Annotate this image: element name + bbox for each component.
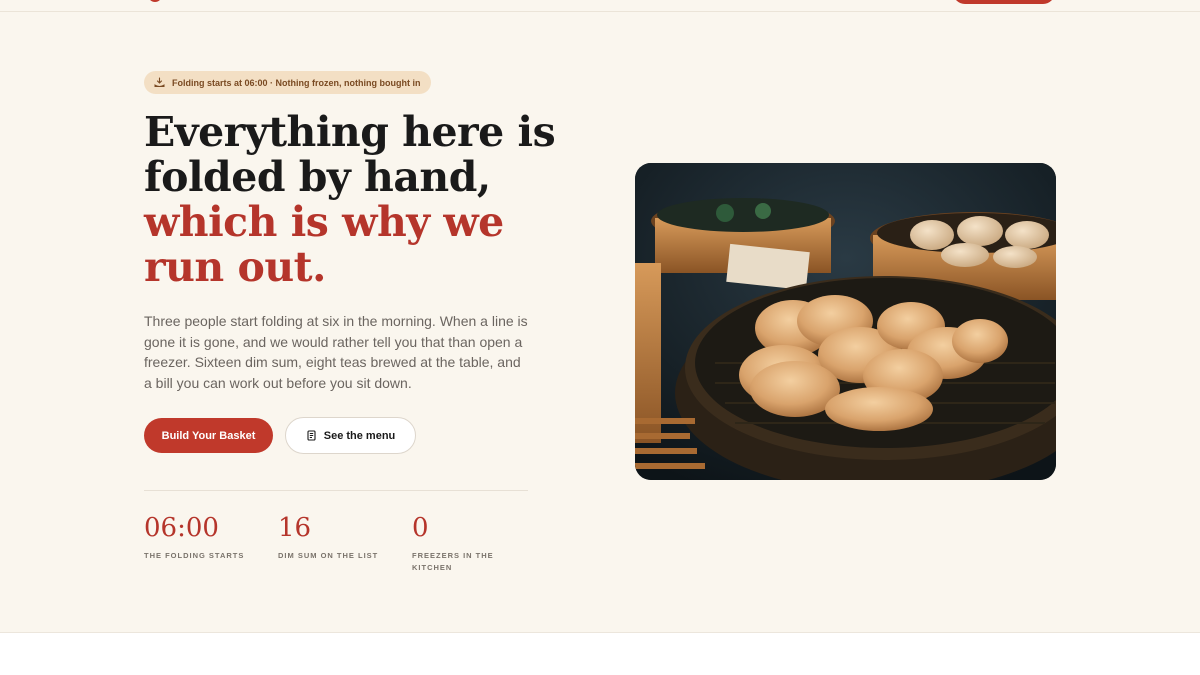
headline-line-1: Everything here is	[144, 108, 556, 156]
see-menu-label: See the menu	[323, 429, 396, 442]
menu-scroll-icon	[306, 430, 317, 441]
dumpling-steamer-illustration	[635, 163, 1056, 480]
page-title: Everything here is folded by hand, which…	[144, 110, 564, 290]
stat-label: THE FOLDING STARTS	[144, 551, 245, 560]
stat-folding-time: 06:00 THE FOLDING STARTS	[144, 512, 264, 562]
eyebrow-text: Folding starts at 06:00 · Nothing frozen…	[172, 77, 421, 88]
stat-value: 16	[278, 513, 312, 543]
stat-value: 0	[412, 513, 429, 543]
headline-accent-line-1: which is why we	[144, 198, 504, 246]
headline-accent-line-2: run out.	[144, 243, 326, 291]
stats-divider	[144, 490, 528, 491]
headline-line-2: folded by hand,	[144, 153, 491, 201]
hero-description: Three people start folding at six in the…	[144, 313, 528, 391]
stat-label: DIM SUM ON THE LIST	[278, 551, 379, 560]
dumpling-icon	[154, 77, 165, 88]
stat-label: FREEZERS IN THE KITCHEN	[412, 551, 494, 572]
logo[interactable]	[148, 0, 162, 2]
stat-value: 06:00	[144, 513, 219, 543]
build-basket-label: Build Your Basket	[161, 429, 256, 442]
stat-dim-sum-count: 16 DIM SUM ON THE LIST	[278, 512, 398, 562]
hero-section: Folding starts at 06:00 · Nothing frozen…	[0, 0, 1200, 633]
eyebrow-badge: Folding starts at 06:00 · Nothing frozen…	[144, 71, 432, 94]
stat-freezers: 0 FREEZERS IN THE KITCHEN	[412, 512, 512, 574]
header-divider	[0, 11, 1200, 12]
see-menu-button[interactable]: See the menu	[285, 417, 416, 454]
build-basket-button[interactable]: Build Your Basket	[144, 418, 273, 453]
hero-image	[635, 163, 1056, 480]
header-cta-button[interactable]	[953, 0, 1055, 4]
